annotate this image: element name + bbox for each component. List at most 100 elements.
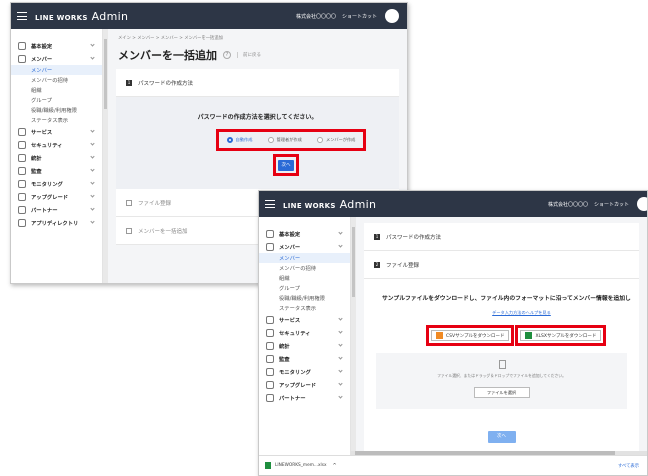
admin-window-step2: LINE WORKS Admin 株式会社〇〇〇〇 ショートカット 基本設定メンバ… [258, 190, 648, 476]
radio-selected-icon [226, 137, 233, 143]
sidebar-item[interactable]: セキュリティ [259, 326, 350, 339]
sidebar-item-label: メンバー [279, 244, 301, 251]
select-file-button[interactable]: ファイルを選択 [473, 387, 530, 398]
sidebar-item[interactable]: アプリディレクトリ [11, 216, 102, 229]
shortcut-link[interactable]: ショートカット [594, 201, 629, 208]
sidebar-item[interactable]: メンバー [11, 52, 102, 65]
sidebar-item[interactable]: アップグレード [11, 190, 102, 203]
brand-logo: LINE WORKS Admin [283, 197, 377, 211]
radio-admin-create[interactable]: 管理者が作成 [267, 137, 302, 143]
sidebar-item[interactable]: アップグレード [259, 378, 350, 391]
radio-auto-create[interactable]: 自動作成 [226, 137, 252, 143]
download-buttons: CSVサンプルをダウンロード XLSXサンプルをダウンロード [426, 325, 607, 346]
avatar[interactable] [637, 197, 647, 211]
sidebar-item[interactable]: サービス [11, 125, 102, 138]
avatar[interactable] [385, 9, 399, 23]
help-link[interactable]: データ入力方法のヘルプを見る [364, 310, 639, 316]
next-button[interactable]: 次へ [487, 431, 516, 443]
sidebar-item[interactable]: サービス [259, 313, 350, 326]
menu-category-icon [18, 140, 26, 149]
sidebar-item[interactable]: 監査 [11, 164, 102, 177]
csv-file-icon [436, 332, 443, 339]
menu-category-icon [266, 341, 274, 350]
sidebar-item[interactable]: 基本設定 [11, 39, 102, 52]
sidebar-item-label: セキュリティ [279, 330, 311, 337]
file-step-icon [126, 199, 132, 206]
next-highlight: 次へ [273, 154, 299, 176]
chevron-down-icon [338, 368, 343, 373]
sidebar: 基本設定 メンバー メンバー メンバーの招待 組織 グループ 役職/職級/利用権限 ステータス… [11, 29, 103, 283]
xlsx-download-button[interactable]: XLSXサンプルをダウンロード [520, 330, 602, 341]
sidebar-item[interactable]: 統計 [11, 151, 102, 164]
sidebar-item-label: パートナー [31, 207, 58, 214]
chevron-down-icon [90, 193, 95, 198]
sidebar-item[interactable]: 監査 [259, 352, 350, 365]
sidebar-item[interactable]: 組織 [11, 85, 102, 95]
sidebar-item[interactable]: グループ [11, 95, 102, 105]
sidebar-item[interactable]: 基本設定 [259, 227, 350, 240]
menu-category-icon [18, 192, 26, 201]
sidebar-item-label: サービス [31, 129, 53, 136]
sidebar-item[interactable]: 役職/職級/利用権限 [11, 105, 102, 115]
sidebar-item-label: 監査 [31, 168, 42, 175]
menu-icon[interactable] [17, 12, 27, 20]
sidebar-item-label: サービス [279, 317, 301, 324]
sidebar-item-label: 組織 [31, 88, 42, 94]
top-right-area: 株式会社〇〇〇〇 ショートカット [542, 191, 647, 217]
sidebar-item[interactable]: メンバー [259, 253, 350, 263]
sidebar-item[interactable]: モニタリング [259, 365, 350, 378]
sidebar-item[interactable]: メンバー [259, 240, 350, 253]
sidebar-item[interactable]: ステータス表示 [259, 303, 350, 313]
chevron-down-icon [90, 42, 95, 47]
sidebar-item[interactable]: 組織 [259, 273, 350, 283]
sidebar-item[interactable]: メンバーの招待 [11, 75, 102, 85]
sidebar-item-label: ステータス表示 [279, 306, 317, 312]
chevron-down-icon [90, 167, 95, 172]
menu-category-icon [18, 127, 26, 136]
sidebar-item[interactable]: モニタリング [11, 177, 102, 190]
menu-category-icon [266, 229, 274, 238]
sidebar-item-label: ステータス表示 [31, 118, 69, 124]
radio-member-create[interactable]: メンバーが作成 [317, 137, 355, 143]
chevron-down-icon [338, 329, 343, 334]
menu-category-icon [18, 166, 26, 175]
shortcut-link[interactable]: ショートカット [342, 13, 377, 20]
menu-icon[interactable] [265, 200, 275, 208]
next-button[interactable]: 次へ [278, 159, 294, 171]
csv-download-button[interactable]: CSVサンプルをダウンロード [431, 330, 510, 341]
menu-category-icon [18, 153, 26, 162]
menu-category-icon [18, 54, 26, 63]
sidebar-item[interactable]: 役職/職級/利用権限 [259, 293, 350, 303]
menu-category-icon [18, 218, 26, 227]
chevron-down-icon [338, 342, 343, 347]
file-icon [498, 360, 506, 369]
sidebar-item[interactable]: メンバーの招待 [259, 263, 350, 273]
sidebar-item[interactable]: パートナー [259, 391, 350, 404]
top-bar: LINE WORKS Admin 株式会社〇〇〇〇 ショートカット [259, 191, 647, 217]
password-method-radio-group: 自動作成 管理者が作成 メンバーが作成 [216, 129, 366, 151]
sidebar-item[interactable]: グループ [259, 283, 350, 293]
sidebar-item-label: グループ [31, 98, 52, 104]
downloaded-file[interactable]: LINEWORKS_mem...xlsx [275, 463, 327, 468]
sidebar-item[interactable]: 統計 [259, 339, 350, 352]
download-bar: LINEWORKS_mem...xlsx ^ すべて表示 [259, 455, 647, 475]
menu-category-icon [266, 242, 274, 251]
chevron-down-icon [338, 243, 343, 248]
help-icon[interactable]: ? [223, 51, 231, 59]
radio-icon [317, 137, 324, 143]
sidebar-item[interactable]: パートナー [11, 203, 102, 216]
top-right-area: 株式会社〇〇〇〇 ショートカット [290, 3, 399, 29]
file-drop-zone[interactable]: ファイル選択、またはドラッグ＆ドロップでファイルを追加してください。 ファイルを… [376, 353, 627, 409]
sidebar-item-label: 役職/職級/利用権限 [279, 296, 325, 302]
sidebar-item-label: 基本設定 [279, 231, 301, 238]
menu-category-icon [266, 393, 274, 402]
sidebar-item[interactable]: ステータス表示 [11, 115, 102, 125]
sidebar-item[interactable]: セキュリティ [11, 138, 102, 151]
sidebar-item-label: アップグレード [279, 382, 317, 389]
chevron-up-icon[interactable]: ^ [333, 463, 337, 469]
show-all-link[interactable]: すべて表示 [618, 463, 639, 469]
chevron-down-icon [90, 180, 95, 185]
chevron-down-icon [338, 316, 343, 321]
sidebar-item[interactable]: メンバー [11, 65, 102, 75]
back-link[interactable]: 前に戻る [237, 52, 261, 58]
